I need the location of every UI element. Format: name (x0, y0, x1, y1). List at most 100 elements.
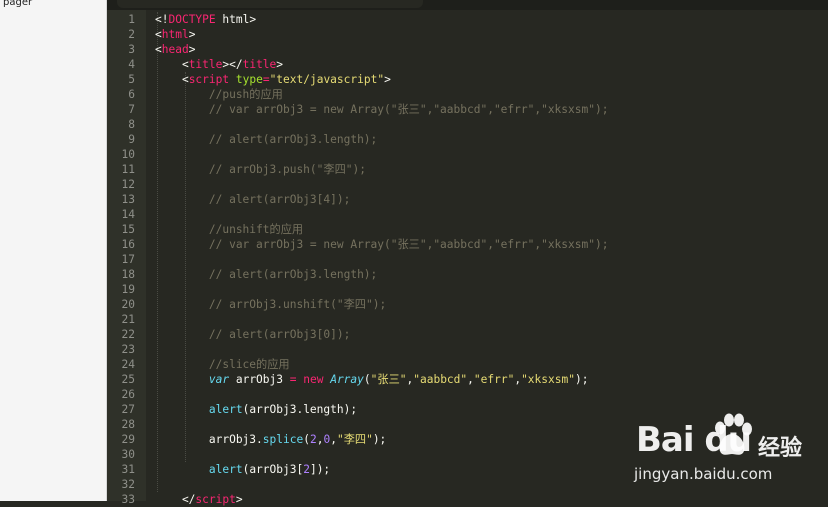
code-token: (arrObj3.length); (242, 403, 358, 416)
code-token: splice (262, 433, 304, 446)
code-line[interactable]: 12 (0, 177, 828, 192)
sidebar-file-item[interactable]: pager (0, 0, 106, 8)
tab-bar (107, 0, 828, 10)
code-token: html> (215, 13, 257, 26)
code-token: > (384, 73, 391, 86)
line-number: 2 (128, 28, 135, 41)
code-text: //unshift的应用 (155, 222, 303, 237)
code-line[interactable]: 6 //push的应用 (0, 87, 828, 102)
code-text: // alert(arrObj3.length); (155, 132, 377, 147)
code-line[interactable]: 24 //slice的应用 (0, 357, 828, 372)
code-token: var (208, 373, 230, 386)
code-token: //push的应用 (155, 88, 283, 101)
line-number: 25 (121, 373, 135, 386)
line-number: 14 (121, 208, 135, 221)
code-line[interactable]: 2 <html> (0, 27, 828, 42)
code-line[interactable]: 1 <!DOCTYPE html> (0, 12, 828, 27)
line-number: 15 (121, 223, 135, 236)
code-token: > (188, 43, 196, 56)
code-text: // alert(arrObj3[0]); (155, 327, 350, 342)
code-token: </ (155, 493, 196, 506)
active-tab[interactable] (117, 0, 423, 8)
code-token: type (235, 73, 263, 86)
code-line[interactable]: 8 (0, 117, 828, 132)
line-number: 33 (121, 493, 135, 506)
code-token: "text/javascript" (269, 73, 385, 86)
line-number: 6 (128, 88, 135, 101)
line-number: 29 (121, 433, 135, 446)
code-token: head (161, 43, 189, 56)
code-text: <html> (155, 27, 195, 42)
code-token: // alert(arrObj3[4]); (155, 193, 351, 206)
line-number: 1 (128, 13, 135, 26)
code-token: ( (363, 373, 371, 386)
code-text: var arrObj3 = new Array("张三","aabbcd","e… (155, 372, 589, 387)
code-token: title (242, 58, 277, 71)
code-token: // var arrObj3 = new Array("张三","aabbcd"… (155, 238, 609, 251)
code-token: , (330, 433, 337, 446)
code-line[interactable]: 10 (0, 147, 828, 162)
code-text: </script> (155, 492, 243, 507)
code-line[interactable]: 9 // alert(arrObj3.length); (0, 132, 828, 147)
code-line[interactable]: 14 (0, 207, 828, 222)
code-token: "aabbcd" (413, 373, 468, 386)
line-number: 32 (121, 478, 135, 491)
code-token: DOCTYPE (168, 13, 216, 26)
code-line[interactable]: 7 // var arrObj3 = new Array("张三","aabbc… (0, 102, 828, 117)
code-line[interactable]: 17 (0, 252, 828, 267)
code-line[interactable]: 5 <script type="text/javascript"> (0, 72, 828, 87)
code-token: (arrObj3[ (242, 463, 304, 476)
code-token: ); (574, 373, 589, 386)
code-token: html (161, 28, 189, 41)
code-line[interactable]: 22 // alert(arrObj3[0]); (0, 327, 828, 342)
line-number: 30 (121, 448, 135, 461)
code-line[interactable]: 26 (0, 387, 828, 402)
code-line[interactable]: 11 // arrObj3.push("李四"); (0, 162, 828, 177)
code-token: new (303, 373, 324, 386)
code-token: 2 (309, 433, 317, 446)
code-token: "李四" (336, 433, 373, 446)
code-token: ( (303, 433, 310, 446)
code-text: arrObj3.splice(2,0,"李四"); (155, 432, 386, 447)
code-line[interactable]: 25 var arrObj3 = new Array("张三","aabbcd"… (0, 372, 828, 387)
code-line[interactable]: 18 // alert(arrObj3.length); (0, 267, 828, 282)
line-number: 31 (121, 463, 135, 476)
code-text: alert(arrObj3.length); (155, 402, 357, 417)
code-text: // var arrObj3 = new Array("张三","aabbcd"… (155, 102, 609, 117)
line-number: 27 (121, 403, 135, 416)
code-token: <! (155, 13, 169, 26)
code-token: arrObj3. (155, 433, 263, 446)
code-text: // alert(arrObj3[4]); (155, 192, 350, 207)
code-token: // arrObj3.push("李四"); (155, 163, 366, 176)
code-line[interactable]: 3 <head> (0, 42, 828, 57)
line-number: 28 (121, 418, 135, 431)
code-token: > (276, 58, 284, 71)
line-number: 26 (121, 388, 135, 401)
code-line[interactable]: 23 (0, 342, 828, 357)
code-line[interactable]: 21 (0, 312, 828, 327)
code-token: title (188, 58, 223, 71)
code-token: //slice的应用 (155, 358, 290, 371)
code-token: ]); (309, 463, 331, 476)
code-token: alert (208, 463, 243, 476)
line-number: 3 (128, 43, 135, 56)
code-token: = (262, 73, 270, 86)
code-line[interactable]: 19 (0, 282, 828, 297)
code-token: ); (372, 433, 387, 446)
code-line[interactable]: 20 // arrObj3.unshift("李四"); (0, 297, 828, 312)
line-number: 22 (121, 328, 135, 341)
code-line[interactable]: 4 <title></title> (0, 57, 828, 72)
code-line[interactable]: 16 // var arrObj3 = new Array("张三","aabb… (0, 237, 828, 252)
code-text: // alert(arrObj3.length); (155, 267, 377, 282)
line-number: 21 (121, 313, 135, 326)
code-line[interactable]: 13 // alert(arrObj3[4]); (0, 192, 828, 207)
code-token: // arrObj3.unshift("李四"); (155, 298, 387, 311)
watermark-cn: 经验 (758, 436, 803, 461)
code-line[interactable]: 15 //unshift的应用 (0, 222, 828, 237)
watermark-url: jingyan.baidu.com (634, 465, 773, 483)
code-token: script (195, 493, 236, 506)
